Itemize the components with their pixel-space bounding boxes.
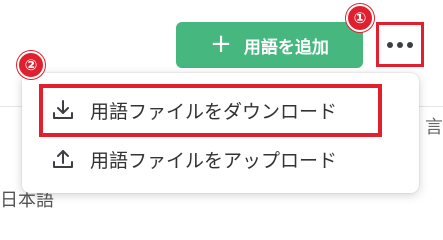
more-horizontal-icon (387, 41, 393, 48)
annotation-badge-1: ① (346, 4, 374, 32)
more-horizontal-icon-dot (397, 41, 403, 48)
screenshot-stage: 言 日本語 + 用語を追加 ① 用語ファイルをダウンロード 用語ファイルをアップ… (0, 0, 443, 211)
add-term-label: 用語を追加 (243, 37, 329, 58)
add-term-button[interactable]: + 用語を追加 (176, 22, 363, 68)
download-icon (50, 97, 76, 123)
annotation-badge-2: ② (17, 51, 45, 79)
menu-item-download-terms[interactable]: 用語ファイルをダウンロード (22, 85, 419, 135)
options-dropdown-menu: 用語ファイルをダウンロード 用語ファイルをアップロード (22, 73, 419, 193)
upload-icon (50, 146, 76, 172)
menu-item-label: 用語ファイルをダウンロード (90, 100, 338, 123)
menu-item-label: 用語ファイルをアップロード (90, 149, 338, 172)
table-header-partial: 言 (425, 117, 443, 138)
more-options-button[interactable] (376, 22, 424, 67)
plus-icon: + (210, 28, 232, 59)
menu-item-upload-terms[interactable]: 用語ファイルをアップロード (22, 134, 419, 184)
more-horizontal-icon-dot (407, 41, 413, 48)
